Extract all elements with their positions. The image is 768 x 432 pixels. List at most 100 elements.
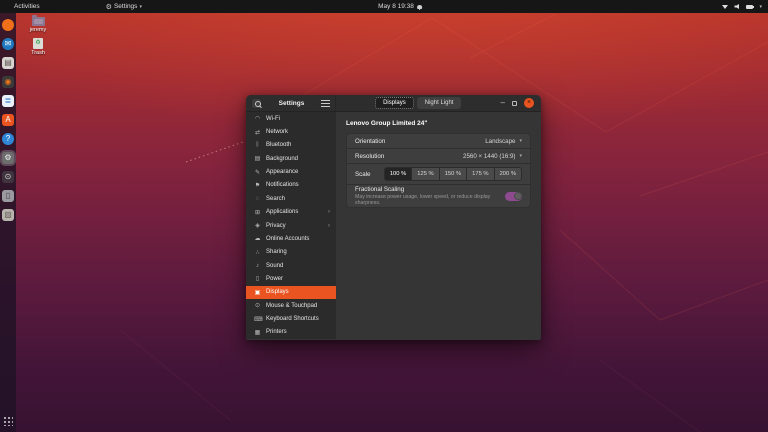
dock-item-libreoffice-writer[interactable]: ≣ [2, 95, 14, 107]
activities-button[interactable]: Activities [10, 2, 44, 11]
sidebar-item-icon: ▣ [254, 289, 261, 296]
sidebar-item-label: Notifications [266, 182, 299, 189]
hamburger-menu-icon[interactable] [321, 99, 330, 107]
sidebar-item-icon: ⊙ [254, 303, 261, 310]
sidebar-item-icon: ▤ [254, 156, 261, 163]
sidebar-item-printers[interactable]: ▦ Printers [246, 326, 336, 339]
sidebar-item-sound[interactable]: ♪ Sound [246, 259, 336, 272]
dock-item-firefox[interactable] [2, 19, 14, 31]
dock-item-phone-device[interactable]: ▯ [2, 190, 14, 202]
dock-item-glyph: ▤ [4, 58, 12, 67]
scale-option[interactable]: 100 % [384, 168, 413, 180]
sidebar-item-label: Applications [266, 209, 299, 216]
desktop-icon-home-folder[interactable]: jeremy [22, 15, 54, 33]
window-body: ◠ Wi-Fi ⇄ Network ᛒ Bluetooth ▤ Backgrou… [246, 112, 541, 339]
sidebar-item-icon: ✎ [254, 169, 261, 176]
scale-option[interactable]: 200 % [494, 168, 521, 180]
tab-night-light[interactable]: Night Light [416, 97, 462, 109]
dock-item-rhythmbox[interactable]: ◉ [2, 76, 14, 88]
fractional-scaling-row: Fractional Scaling May increase power us… [347, 185, 530, 207]
app-menu-button[interactable]: ⚙ Settings ▾ [106, 3, 142, 11]
resolution-row: Resolution 2560 × 1440 (16:9) ▾ [347, 149, 530, 164]
dock-item-sdcard-device[interactable]: ▨ [2, 209, 14, 221]
sidebar-item-mouse-touchpad[interactable]: ⊙ Mouse & Touchpad [246, 299, 336, 312]
maximize-button[interactable] [512, 100, 517, 106]
sidebar-item-bluetooth[interactable]: ᛒ Bluetooth [246, 139, 336, 152]
dock-item-glyph: A [5, 115, 11, 124]
sidebar-item-wifi[interactable]: ◠ Wi-Fi [246, 112, 336, 125]
resolution-dropdown[interactable]: 2560 × 1440 (16:9) ▾ [463, 153, 522, 160]
sidebar-item-label: Appearance [266, 169, 299, 176]
sidebar-item-icon: ⇄ [254, 129, 261, 136]
wifi-icon [722, 4, 729, 9]
caret-down-icon: ▾ [519, 138, 522, 144]
sidebar-item-label: Privacy [266, 222, 286, 229]
search-button[interactable] [251, 97, 262, 109]
scale-option[interactable]: 150 % [439, 168, 468, 180]
display-settings-card: Orientation Landscape ▾ Resolution 2560 … [346, 133, 531, 208]
sidebar-item-icon: ▯ [255, 276, 260, 283]
sidebar-item-label: Bluetooth [266, 142, 292, 149]
dock-item-glyph: ✉ [4, 39, 12, 48]
sidebar-item-network[interactable]: ⇄ Network [246, 125, 336, 138]
caret-down-icon: ▾ [139, 3, 142, 10]
close-button[interactable]: × [524, 98, 534, 108]
sidebar-item-keyboard-shortcuts[interactable]: ⌨ Keyboard Shortcuts [246, 312, 336, 325]
system-menu-button[interactable]: ▾ [722, 4, 762, 10]
dock-item-ubuntu-software[interactable]: A [2, 114, 14, 126]
dock-item-settings[interactable]: ⚙ [2, 152, 14, 164]
desktop-icon-label: Trash [31, 50, 45, 56]
desktop-icon-trash[interactable]: ♻ Trash [22, 38, 54, 56]
volume-icon [734, 4, 739, 9]
dock-item-screenshot[interactable]: ⊙ [2, 171, 14, 183]
orientation-dropdown[interactable]: Landscape ▾ [485, 138, 522, 145]
sidebar-item-icon: ⌨ [254, 316, 263, 323]
scale-option[interactable]: 175 % [467, 168, 495, 180]
scale-option[interactable]: 125 % [412, 168, 440, 180]
sidebar-item-icon: ♪ [256, 262, 259, 269]
sidebar-item-label: Background [266, 155, 299, 162]
sidebar-item-label: Online Accounts [266, 235, 310, 242]
sidebar-item-background[interactable]: ▤ Background [246, 152, 336, 165]
tab-displays[interactable]: Displays [375, 97, 414, 109]
orientation-value: Landscape [485, 137, 516, 145]
orientation-row: Orientation Landscape ▾ [347, 134, 530, 149]
dock-item-thunderbird[interactable]: ✉ [2, 38, 14, 50]
sidebar-item-online-accounts[interactable]: ☁ Online Accounts [246, 232, 336, 245]
clock-button[interactable]: May 8 19:38 [378, 3, 422, 10]
dock: ✉ ▤ ◉ ≣ A ? ⚙ ⊙ ▯ ▨ [0, 13, 16, 432]
gear-icon: ⚙ [105, 3, 112, 11]
window-controls: – × [501, 98, 534, 108]
sidebar-item-search[interactable]: ◌ Search [246, 192, 336, 205]
dock-item-glyph: ⚙ [4, 153, 12, 162]
sidebar-item-sharing[interactable]: ∴ Sharing [246, 246, 336, 259]
toggle-knob [513, 192, 522, 200]
dock-item-glyph: ≣ [4, 96, 12, 105]
sidebar-item-appearance[interactable]: ✎ Appearance [246, 165, 336, 178]
notification-bell-icon [416, 4, 422, 10]
chevron-right-icon: › [328, 209, 330, 216]
sidebar-item-label: Keyboard Shortcuts [266, 316, 319, 323]
sidebar-item-notifications[interactable]: ⚑ Notifications [246, 179, 336, 192]
dock-item-help[interactable]: ? [2, 133, 14, 145]
minimize-button[interactable]: – [501, 99, 505, 107]
scale-row: Scale 100 % 125 % 150 % 175 % 200 % [347, 164, 530, 185]
sidebar-item-displays[interactable]: ▣ Displays [246, 285, 336, 300]
dock-item-files[interactable]: ▤ [2, 57, 14, 69]
home-folder-icon [31, 15, 45, 26]
sidebar-item-label: Mouse & Touchpad [266, 302, 318, 309]
trash-icon: ♻ [33, 38, 43, 49]
show-applications-icon[interactable] [3, 416, 13, 426]
caret-down-icon: ▾ [759, 3, 762, 10]
dock-item-glyph: ⊙ [4, 172, 12, 181]
resolution-label: Resolution [355, 152, 385, 160]
sidebar-item-applications[interactable]: ⊞ Applications › [246, 206, 336, 219]
sidebar-item-icon: ▦ [254, 329, 261, 336]
sidebar-item-power[interactable]: ▯ Power [246, 272, 336, 285]
sidebar-item-label: Printers [266, 329, 287, 336]
sidebar-item-label: Sharing [266, 249, 287, 256]
sidebar-item-icon: ☁ [254, 236, 261, 243]
app-menu-label: Settings [113, 3, 138, 10]
sidebar-item-privacy[interactable]: ◈ Privacy › [246, 219, 336, 232]
fractional-scaling-toggle[interactable] [505, 191, 522, 201]
